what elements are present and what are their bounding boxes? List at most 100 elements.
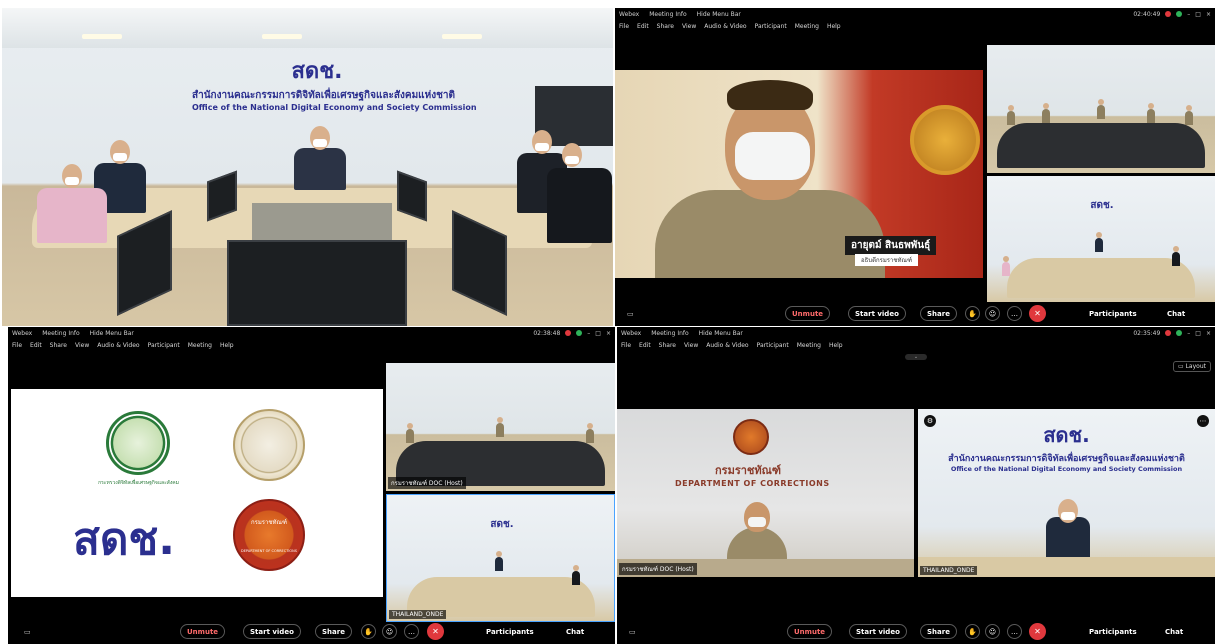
mini-person (406, 429, 414, 443)
chat-button[interactable]: Chat (1167, 310, 1185, 318)
connection-icon (1176, 330, 1183, 336)
menu-share[interactable]: Share (659, 342, 676, 349)
title-bar: Webex Meeting Info Hide Menu Bar 02:35:4… (617, 327, 1215, 339)
speaker-uniform (655, 190, 885, 278)
maximize-icon[interactable]: □ (595, 330, 601, 337)
mini-head (497, 417, 503, 423)
meeting-info-button[interactable]: Meeting Info (651, 330, 688, 337)
chat-button[interactable]: Chat (566, 628, 584, 636)
close-icon[interactable]: × (606, 330, 611, 337)
close-icon[interactable]: × (1206, 11, 1211, 18)
mini-person (1002, 262, 1010, 276)
close-icon[interactable]: × (1206, 330, 1211, 337)
raise-hand-icon[interactable]: ✋ (965, 306, 980, 321)
menu-share[interactable]: Share (50, 342, 67, 349)
shared-content-slide[interactable]: กระทรวงดิจิทัลเพื่อเศรษฐกิจและสังคม สดช.… (11, 389, 383, 597)
active-speaker-video[interactable]: อายุตม์ สินธพพันธุ์ อธิบดีกรมราชทัณฑ์ (615, 70, 983, 278)
chat-button[interactable]: Chat (1165, 628, 1183, 636)
hide-menu-bar-button[interactable]: Hide Menu Bar (90, 330, 134, 337)
logo-sdc: สดช. (490, 519, 514, 530)
menu-edit[interactable]: Edit (639, 342, 651, 349)
meeting-info-button[interactable]: Meeting Info (649, 11, 686, 18)
unmute-button[interactable]: Unmute (180, 624, 226, 639)
maximize-icon[interactable]: □ (1195, 11, 1201, 18)
participants-button[interactable]: Participants (1089, 628, 1137, 636)
layout-label: Layout (1185, 363, 1206, 370)
start-video-button[interactable]: Start video (849, 624, 907, 639)
menu-participant[interactable]: Participant (755, 23, 787, 30)
menu-help[interactable]: Help (829, 342, 843, 349)
menu-file[interactable]: File (619, 23, 629, 30)
menu-view[interactable]: View (75, 342, 89, 349)
participants-button[interactable]: Participants (486, 628, 534, 636)
meeting-timer: 02:35:49 (1133, 329, 1161, 337)
menu-view[interactable]: View (682, 23, 696, 30)
menu-share[interactable]: Share (657, 23, 674, 30)
maximize-icon[interactable]: □ (1195, 330, 1201, 337)
reactions-icon[interactable]: ☺ (985, 624, 1000, 639)
mini-head (587, 423, 593, 429)
chat-bubble-icon[interactable]: ▭ (629, 628, 636, 636)
participant-tile-doc[interactable]: กรมราชทัณฑ์ DOC (Host) (386, 363, 615, 491)
menu-edit[interactable]: Edit (30, 342, 42, 349)
pin-icon[interactable]: ⚙ (924, 415, 936, 427)
mini-head (1148, 103, 1154, 109)
ceiling-light (262, 34, 302, 39)
chat-bubble-icon[interactable]: ▭ (627, 310, 634, 318)
participant-tile-onde[interactable]: สดช. THAILAND_ONDE (386, 494, 615, 622)
start-video-button[interactable]: Start video (848, 306, 906, 321)
mini-person (586, 429, 594, 443)
share-button[interactable]: Share (920, 624, 957, 639)
leave-meeting-button[interactable]: ✕ (1029, 305, 1046, 322)
menu-file[interactable]: File (621, 342, 631, 349)
unmute-button[interactable]: Unmute (785, 306, 831, 321)
hide-menu-bar-button[interactable]: Hide Menu Bar (697, 11, 741, 18)
mini-head (1186, 105, 1192, 111)
corrections-emblem (733, 419, 769, 455)
raise-hand-icon[interactable]: ✋ (965, 624, 980, 639)
menu-participant[interactable]: Participant (148, 342, 180, 349)
menu-help[interactable]: Help (220, 342, 234, 349)
start-video-button[interactable]: Start video (243, 624, 301, 639)
chat-bubble-icon[interactable]: ▭ (24, 628, 31, 636)
participant-name-label: THAILAND_ONDE (920, 566, 978, 575)
participant-tile-doc-host[interactable]: กรมราชทัณฑ์ DEPARTMENT OF CORRECTIONS กร… (617, 409, 914, 577)
participants-button[interactable]: Participants (1089, 310, 1137, 318)
collapse-chevron-icon[interactable]: ⌄ (905, 354, 927, 360)
share-button[interactable]: Share (315, 624, 352, 639)
menu-view[interactable]: View (684, 342, 698, 349)
wall-logo: สดช. (1037, 198, 1167, 213)
mini-person (495, 557, 503, 571)
menu-meeting[interactable]: Meeting (797, 342, 821, 349)
minimize-icon[interactable]: – (587, 330, 590, 337)
leave-meeting-button[interactable]: ✕ (427, 623, 444, 640)
tile-menu-icon[interactable]: ⋯ (1197, 415, 1209, 427)
menu-edit[interactable]: Edit (637, 23, 649, 30)
unmute-button[interactable]: Unmute (787, 624, 833, 639)
reactions-icon[interactable]: ☺ (382, 624, 397, 639)
menu-meeting[interactable]: Meeting (188, 342, 212, 349)
participant-tile-onde[interactable]: สดช. (987, 176, 1215, 302)
share-button[interactable]: Share (920, 306, 957, 321)
hide-menu-bar-button[interactable]: Hide Menu Bar (699, 330, 743, 337)
meeting-info-button[interactable]: Meeting Info (42, 330, 79, 337)
menu-audio-video[interactable]: Audio & Video (704, 23, 746, 30)
menu-help[interactable]: Help (827, 23, 841, 30)
participant-tile-onde[interactable]: ⚙ ⋯ สดช. สำนักงานคณะกรรมการดิจิทัลเพื่อเ… (918, 409, 1215, 577)
layout-button[interactable]: ▭ Layout (1173, 361, 1211, 372)
participant-tile-doc[interactable] (987, 45, 1215, 173)
more-options-icon[interactable]: … (1007, 306, 1022, 321)
menu-participant[interactable]: Participant (757, 342, 789, 349)
menu-file[interactable]: File (12, 342, 22, 349)
minimize-icon[interactable]: – (1187, 330, 1190, 337)
raise-hand-icon[interactable]: ✋ (361, 624, 376, 639)
leave-meeting-button[interactable]: ✕ (1029, 623, 1046, 640)
reactions-icon[interactable]: ☺ (985, 306, 1000, 321)
menu-meeting[interactable]: Meeting (795, 23, 819, 30)
more-options-icon[interactable]: … (1007, 624, 1022, 639)
menu-audio-video[interactable]: Audio & Video (97, 342, 139, 349)
menu-audio-video[interactable]: Audio & Video (706, 342, 748, 349)
more-options-icon[interactable]: … (404, 624, 419, 639)
recording-icon (565, 330, 572, 336)
minimize-icon[interactable]: – (1187, 11, 1190, 18)
